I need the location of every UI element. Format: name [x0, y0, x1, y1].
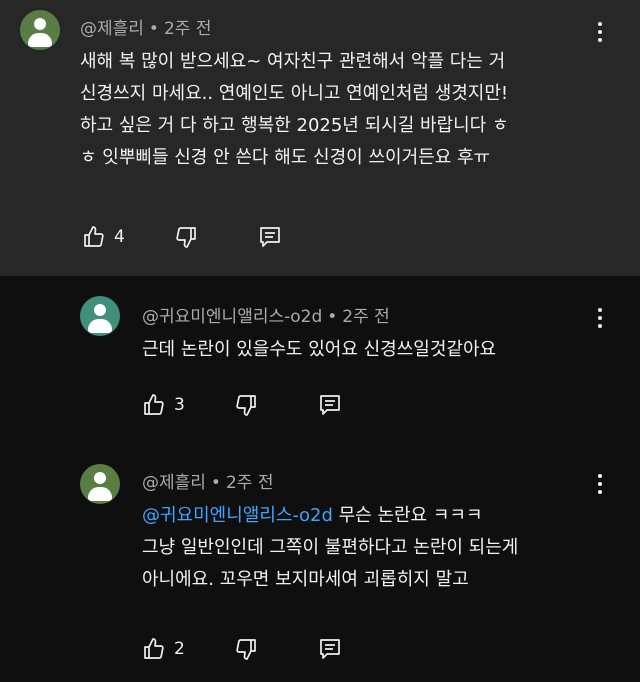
like-button[interactable]: 2 — [142, 636, 185, 662]
author-name[interactable]: @귀요미엔니앨리스-o2d — [142, 307, 322, 327]
reply-icon — [320, 395, 340, 415]
dislike-button[interactable] — [234, 392, 258, 418]
comment-meta: @제흘리 • 2주 전 — [80, 19, 212, 39]
thumbs-up-icon — [84, 226, 104, 247]
like-button[interactable]: 3 — [142, 392, 185, 418]
thumbs-down-icon — [236, 639, 256, 660]
avatar[interactable] — [20, 10, 60, 50]
reply-button[interactable] — [318, 392, 342, 418]
reply-button[interactable] — [258, 224, 282, 250]
like-count: 3 — [174, 395, 185, 415]
author-name[interactable]: @제흘리 — [142, 473, 206, 493]
comment-time[interactable]: 2주 전 — [226, 473, 274, 493]
comment-meta: @귀요미엔니앨리스-o2d • 2주 전 — [142, 307, 390, 327]
reply-button[interactable] — [318, 636, 342, 662]
author-name[interactable]: @제흘리 — [80, 19, 144, 39]
thumbs-up-icon — [144, 638, 164, 659]
dislike-button[interactable] — [174, 224, 198, 250]
more-options-icon[interactable] — [590, 472, 610, 496]
like-count: 4 — [114, 227, 125, 247]
like-button[interactable]: 4 — [82, 224, 125, 250]
reply-thread-1: @귀요미엔니앨리스-o2d • 2주 전 근데 논란이 있을수도 있어요 신경쓰일것… — [0, 276, 640, 446]
comment-thread-1: @제흘리 • 2주 전 새해 복 많이 받으세요~ 여자친구 관련해서 악플 다는 … — [0, 0, 640, 276]
comment-text: 새해 복 많이 받으세요~ 여자친구 관련해서 악플 다는 거 신경쓰지 마세요… — [80, 51, 509, 168]
thumbs-down-icon — [176, 227, 196, 248]
more-options-icon[interactable] — [590, 20, 610, 44]
comment-time[interactable]: 2주 전 — [164, 19, 212, 39]
avatar[interactable] — [80, 464, 120, 504]
like-count: 2 — [174, 639, 185, 659]
comment-text: @귀요미엔니앨리스-o2d 무슨 논란요 ㅋㅋㅋ 그냥 일반인인데 그쪽이 불편… — [142, 505, 519, 590]
mention-link[interactable]: @귀요미엔니앨리스-o2d — [142, 505, 333, 526]
thumbs-up-icon — [144, 394, 164, 415]
more-options-icon[interactable] — [590, 306, 610, 330]
reply-icon — [320, 639, 340, 659]
comment-text: 근데 논란이 있을수도 있어요 신경쓰일것같아요 — [142, 339, 497, 360]
reply-icon — [260, 227, 280, 247]
avatar[interactable] — [80, 296, 120, 336]
dislike-button[interactable] — [234, 636, 258, 662]
comment-time[interactable]: 2주 전 — [342, 307, 390, 327]
thumbs-down-icon — [236, 395, 256, 416]
reply-thread-2: @제흘리 • 2주 전 @귀요미엔니앨리스-o2d 무슨 논란요 ㅋㅋㅋ 그냥 일반… — [0, 446, 640, 682]
comment-meta: @제흘리 • 2주 전 — [142, 473, 274, 493]
